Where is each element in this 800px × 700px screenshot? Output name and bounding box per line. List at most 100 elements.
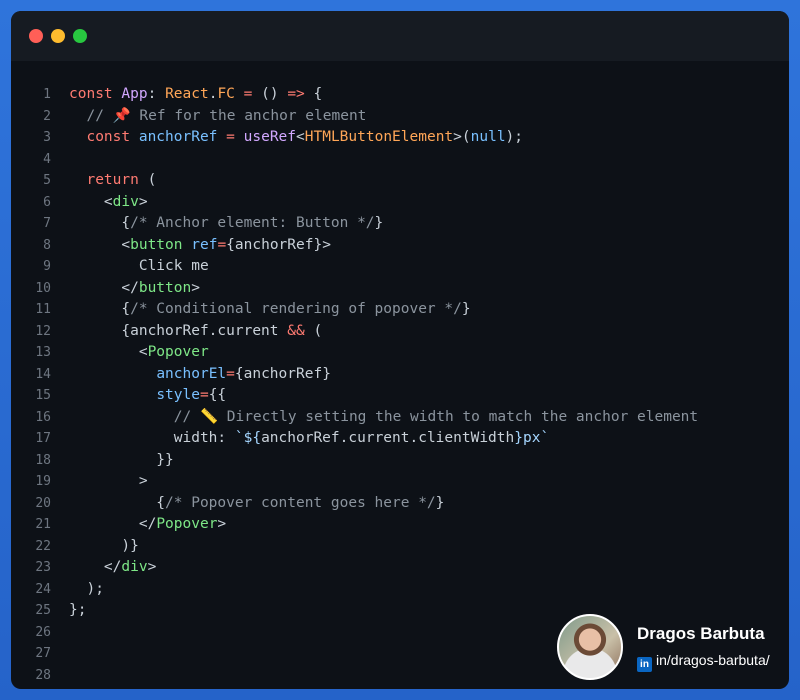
code-token: ref xyxy=(191,236,218,253)
line-number: 19 xyxy=(35,474,51,489)
code-text: ); xyxy=(69,579,104,601)
line-number: 16 xyxy=(35,409,51,425)
line-number: 8 xyxy=(43,237,51,253)
title-bar xyxy=(11,11,789,61)
code-text: {/* Anchor element: Button */} xyxy=(69,213,383,235)
line-number: 7 xyxy=(43,216,51,231)
code-token: null xyxy=(470,129,506,145)
code-token: < xyxy=(69,193,113,210)
code-token: HTMLButtonElement xyxy=(304,129,454,145)
code-token: </ xyxy=(69,279,139,296)
line-number: 28 xyxy=(35,667,51,683)
code-token: /* Conditional rendering of popover */ xyxy=(130,301,462,317)
line-number: 27 xyxy=(35,646,51,661)
code-line: 3 const anchorRef = useRef<HTMLButtonEle… xyxy=(11,127,789,149)
code-token: > xyxy=(217,516,227,532)
code-window: 1 const App: React.FC = () => {2 // 📌 Ref… xyxy=(11,11,789,689)
code-text: width: `${anchorRef.current.clientWidth}… xyxy=(69,428,549,450)
code-line: 11 {/* Conditional rendering of popover … xyxy=(11,299,789,321)
line-number: 13 xyxy=(35,345,51,360)
line-number: 20 xyxy=(35,495,51,511)
code-line: 12 {anchorRef.current && ( xyxy=(11,321,789,343)
minimize-window-button[interactable] xyxy=(51,29,65,43)
line-number: 12 xyxy=(35,323,51,339)
line-number: 4 xyxy=(43,151,51,167)
code-line: 16 // 📏 Directly setting the width to ma… xyxy=(11,407,789,429)
code-token: Popover xyxy=(147,344,209,360)
code-token: `${ xyxy=(234,430,262,446)
code-token: {{ xyxy=(208,387,227,403)
code-text: <Popover xyxy=(69,342,209,364)
code-text: {anchorRef.current && ( xyxy=(69,321,322,343)
close-window-button[interactable] xyxy=(29,29,43,43)
code-token: return xyxy=(69,172,139,188)
code-text: )} xyxy=(69,536,138,558)
line-number: 15 xyxy=(35,388,51,403)
line-number: 14 xyxy=(35,366,51,382)
line-number: 23 xyxy=(35,560,51,575)
line-number: 24 xyxy=(35,581,51,597)
linkedin-handle[interactable]: in in/dragos-barbuta/ xyxy=(637,652,770,672)
code-line: 15 style={{ xyxy=(11,385,789,407)
line-number: 11 xyxy=(35,302,51,317)
code-token: ); xyxy=(69,580,104,597)
code-text: <div> xyxy=(69,192,148,214)
code-line: 2 // 📌 Ref for the anchor element xyxy=(11,106,789,128)
code-text: // 📌 Ref for the anchor element xyxy=(69,106,366,128)
code-text: </div> xyxy=(69,557,156,579)
code-token: }; xyxy=(69,602,87,618)
code-token: ( xyxy=(304,322,323,339)
code-token: {anchorRef} xyxy=(234,365,331,382)
code-token: => xyxy=(287,86,305,102)
author-card: Dragos Barbuta in in/dragos-barbuta/ xyxy=(557,614,789,680)
line-number: 3 xyxy=(43,130,51,145)
code-line: 4 xyxy=(11,149,789,171)
line-number: 18 xyxy=(35,452,51,468)
code-line: 21 </Popover> xyxy=(11,514,789,536)
code-token: anchorRef.current.clientWidth xyxy=(261,430,515,446)
code-token: < xyxy=(296,129,305,145)
code-token: }px` xyxy=(514,430,550,446)
code-line: 5 return ( xyxy=(11,170,789,192)
code-token: > xyxy=(138,193,148,210)
line-number: 9 xyxy=(43,259,51,274)
code-token: > xyxy=(147,559,157,575)
code-text: anchorEl={anchorRef} xyxy=(69,364,331,386)
code-line: 14 anchorEl={anchorRef} xyxy=(11,364,789,386)
code-text: {/* Popover content goes here */} xyxy=(69,493,444,515)
code-token: const xyxy=(69,86,113,102)
code-line: 24 ); xyxy=(11,579,789,601)
code-token: < xyxy=(69,236,131,253)
code-token: } xyxy=(461,301,471,317)
code-token: { xyxy=(69,215,131,231)
code-line: 22 )} xyxy=(11,536,789,558)
code-text: }} xyxy=(69,450,173,472)
code-text: style={{ xyxy=(69,385,226,407)
code-token: = xyxy=(217,129,244,145)
code-token: } xyxy=(374,215,384,231)
code-token: /* Anchor element: Button */ xyxy=(130,215,375,231)
code-token: >( xyxy=(453,129,471,145)
code-token: </ xyxy=(69,559,122,575)
code-token: width: xyxy=(69,430,235,446)
code-line: 19 > xyxy=(11,471,789,493)
code-token: = xyxy=(199,387,209,403)
code-token: && xyxy=(287,322,305,339)
code-token: {anchorRef}> xyxy=(226,236,331,253)
maximize-window-button[interactable] xyxy=(73,29,87,43)
code-text: > xyxy=(69,471,148,493)
code-token: button xyxy=(130,236,183,253)
line-number: 17 xyxy=(35,431,51,446)
code-token: } xyxy=(435,494,445,511)
code-token: // 📏 Directly setting the width to match… xyxy=(69,408,699,425)
code-token: style xyxy=(156,387,200,403)
code-text: const App: React.FC = () => { xyxy=(69,84,322,106)
code-token: { xyxy=(304,86,323,102)
code-token: > xyxy=(69,473,148,489)
code-text: {/* Conditional rendering of popover */} xyxy=(69,299,471,321)
code-token: = xyxy=(217,236,227,253)
line-number: 22 xyxy=(35,538,51,554)
